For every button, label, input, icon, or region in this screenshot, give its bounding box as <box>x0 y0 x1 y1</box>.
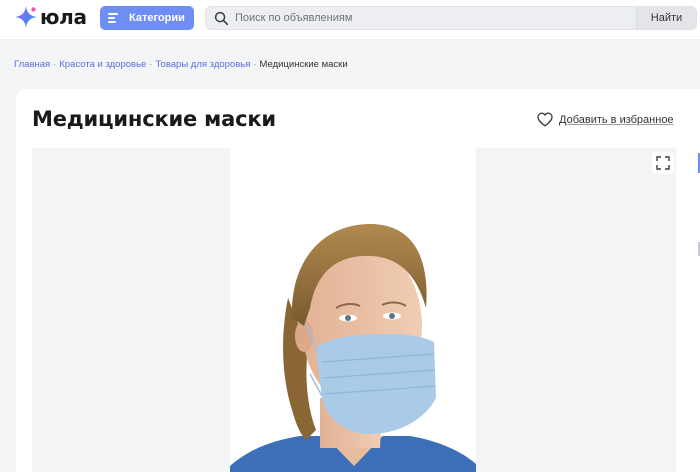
find-button[interactable]: Найти <box>636 7 696 29</box>
expand-icon <box>656 156 670 170</box>
product-photo[interactable] <box>230 148 476 472</box>
page-title: Медицинские маски <box>32 107 276 131</box>
breadcrumb-beauty-health[interactable]: Красота и здоровье <box>59 59 146 70</box>
search-input[interactable] <box>235 7 636 29</box>
photo-gallery[interactable] <box>32 148 676 472</box>
sparkle-logo-icon <box>15 6 37 28</box>
favorites-label: Добавить в избранное <box>559 113 674 126</box>
breadcrumb-separator: · <box>53 59 57 70</box>
search-bar: Найти <box>205 6 697 30</box>
add-to-favorites-button[interactable]: Добавить в избранное <box>537 112 674 127</box>
mask-shape <box>316 334 436 434</box>
logo-text: юла <box>40 5 87 29</box>
expand-button[interactable] <box>652 152 674 174</box>
search-icon <box>214 11 229 25</box>
heart-icon <box>537 112 553 127</box>
top-header: юла Категории Найти <box>0 0 700 40</box>
breadcrumb: Главная · Красота и здоровье · Товары для зд… <box>14 59 348 70</box>
woman-with-mask-image <box>230 224 476 472</box>
categories-button[interactable]: Категории <box>100 6 194 30</box>
menu-icon <box>108 11 118 25</box>
categories-label: Категории <box>129 12 185 24</box>
breadcrumb-separator: · <box>253 59 257 70</box>
breadcrumb-home[interactable]: Главная <box>14 59 50 70</box>
breadcrumb-current: Медицинские маски <box>259 59 348 70</box>
logo[interactable]: юла <box>14 3 87 31</box>
breadcrumb-health-goods[interactable]: Товары для здоровья <box>155 59 250 70</box>
listing-card: Медицинские маски Добавить в избранное <box>16 89 700 472</box>
